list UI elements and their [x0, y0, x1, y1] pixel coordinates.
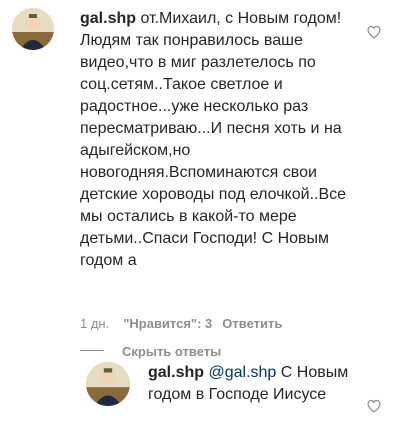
avatar[interactable]: [12, 8, 54, 50]
heart-outline-icon: [367, 399, 381, 413]
reply-like-button[interactable]: [366, 398, 382, 414]
comment-text: gal.shp от.Михаил, с Новым годом!Людям т…: [80, 8, 358, 272]
reply-avatar[interactable]: [86, 362, 130, 406]
reply-text: gal.shp @gal.shp С Новым годом в Господе…: [148, 362, 360, 406]
likes-count[interactable]: "Нравится": 3: [123, 316, 212, 331]
comment-meta: 1 дн. "Нравится": 3 Ответить: [80, 316, 282, 332]
avatar-image: [12, 8, 54, 50]
heart-outline-icon: [367, 25, 381, 39]
like-button[interactable]: [366, 24, 382, 40]
comment-age[interactable]: 1 дн.: [80, 316, 109, 331]
comment-body: от.Михаил, с Новым годом!Людям так понра…: [80, 10, 347, 269]
reply-button[interactable]: Ответить: [222, 316, 282, 331]
reply-avatar-image: [86, 362, 130, 406]
reply-mention[interactable]: @gal.shp: [208, 364, 276, 381]
divider-line: [80, 350, 104, 352]
hide-replies-label: Скрыть ответы: [122, 344, 222, 359]
hide-replies-button[interactable]: Скрыть ответы: [80, 344, 221, 360]
reply-username[interactable]: gal.shp: [148, 364, 204, 381]
comment-username[interactable]: gal.shp: [80, 10, 136, 27]
